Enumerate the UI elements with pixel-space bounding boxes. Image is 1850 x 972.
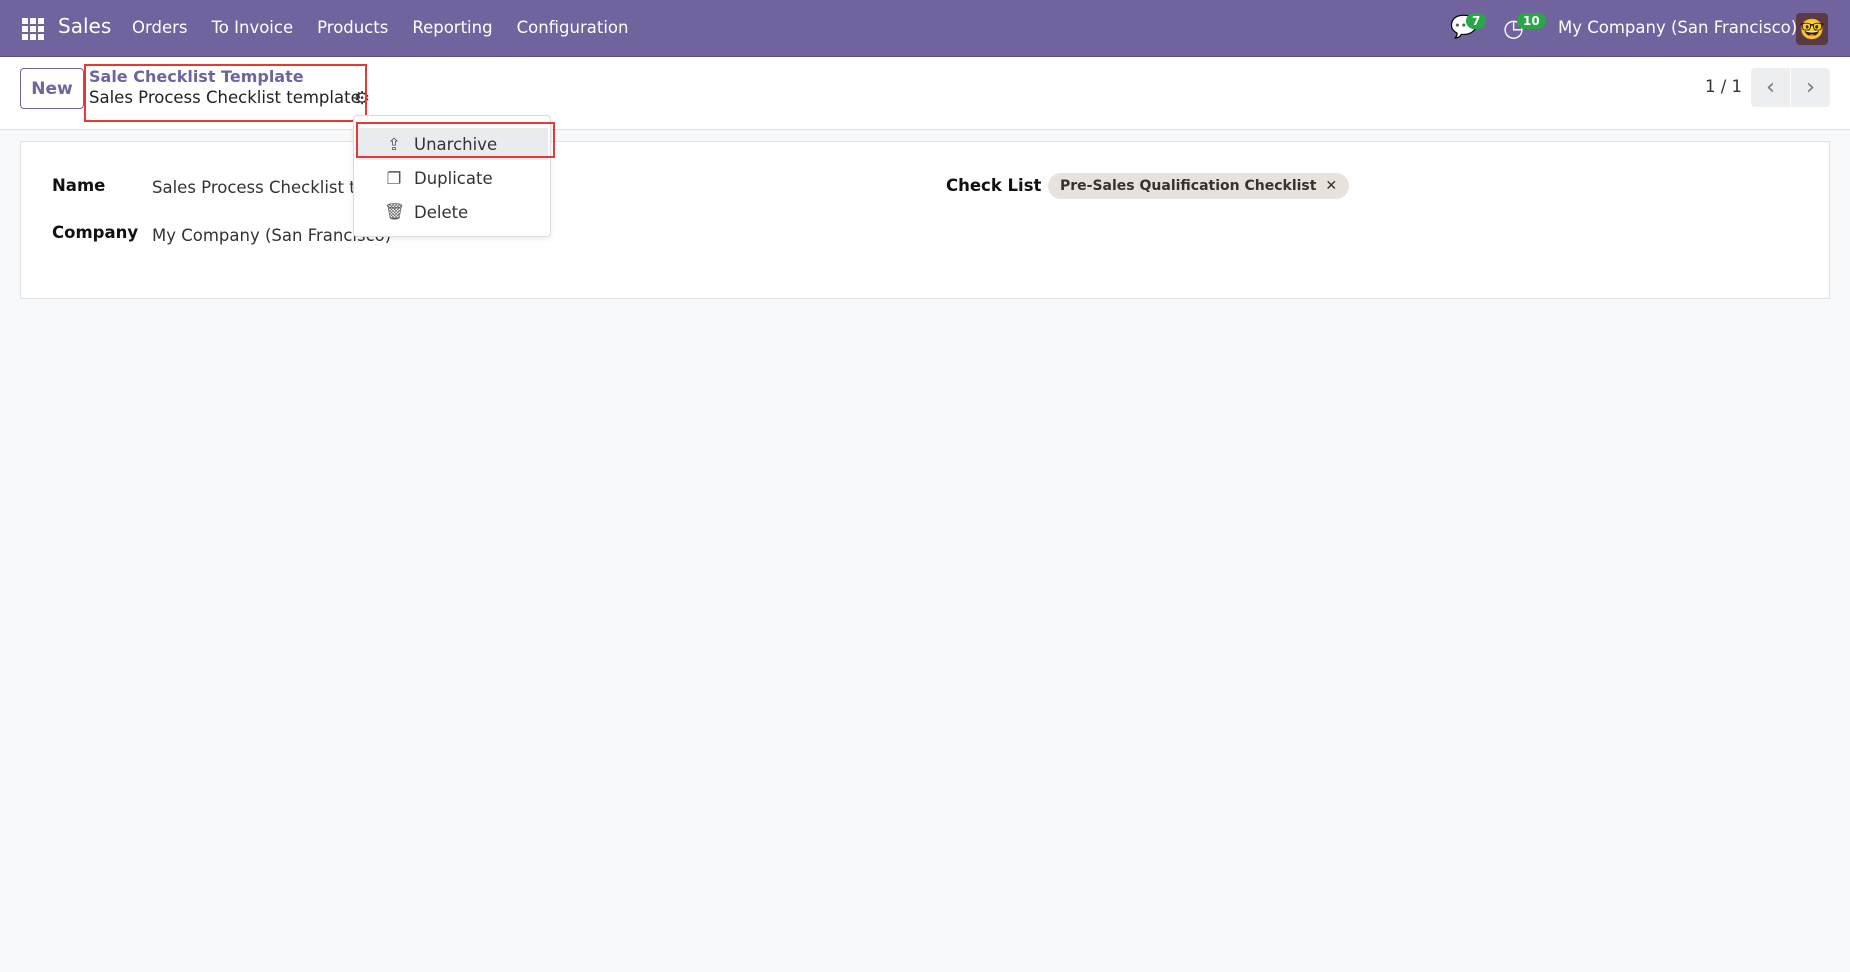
highlight-box xyxy=(356,122,555,158)
user-avatar[interactable]: 🤓 xyxy=(1796,13,1828,45)
form-sheet: Name Sales Process Checklist template Co… xyxy=(20,141,1830,299)
new-button[interactable]: New xyxy=(20,68,84,109)
pager-next-button[interactable]: › xyxy=(1791,68,1830,107)
company-switcher[interactable]: My Company (San Francisco) xyxy=(1558,18,1797,37)
menu-configuration[interactable]: Configuration xyxy=(517,18,629,37)
remove-tag-icon[interactable]: ✕ xyxy=(1325,178,1337,194)
company-label: Company xyxy=(52,223,139,242)
menu-products[interactable]: Products xyxy=(317,18,388,37)
checklist-label: Check List xyxy=(946,176,1042,195)
highlight-box xyxy=(84,64,367,122)
name-label: Name xyxy=(52,176,106,195)
copy-icon: ❐ xyxy=(386,168,402,188)
pager-previous-button[interactable]: ‹ xyxy=(1751,68,1790,107)
trash-icon: 🗑 xyxy=(384,202,405,221)
duplicate-menu-item[interactable]: ❐ Duplicate xyxy=(358,162,548,194)
app-menu-icon[interactable] xyxy=(22,18,44,40)
control-panel: New Sale Checklist Template Sales Proces… xyxy=(0,57,1850,130)
tag-label: Pre-Sales Qualification Checklist xyxy=(1060,178,1317,194)
duplicate-label: Duplicate xyxy=(414,168,493,188)
menu-to-invoice[interactable]: To Invoice xyxy=(212,18,294,37)
menu-reporting[interactable]: Reporting xyxy=(412,18,492,37)
top-navbar: Sales Orders To Invoice Products Reporti… xyxy=(0,0,1850,57)
menu-orders[interactable]: Orders xyxy=(132,18,188,37)
messages-badge: 7 xyxy=(1466,13,1487,29)
activities-badge: 10 xyxy=(1517,13,1546,29)
app-name[interactable]: Sales xyxy=(58,14,111,38)
delete-label: Delete xyxy=(414,202,469,222)
pager-value[interactable]: 1 / 1 xyxy=(1705,77,1742,96)
delete-menu-item[interactable]: 🗑 Delete xyxy=(358,196,548,228)
checklist-tag: Pre-Sales Qualification Checklist ✕ xyxy=(1048,173,1350,199)
